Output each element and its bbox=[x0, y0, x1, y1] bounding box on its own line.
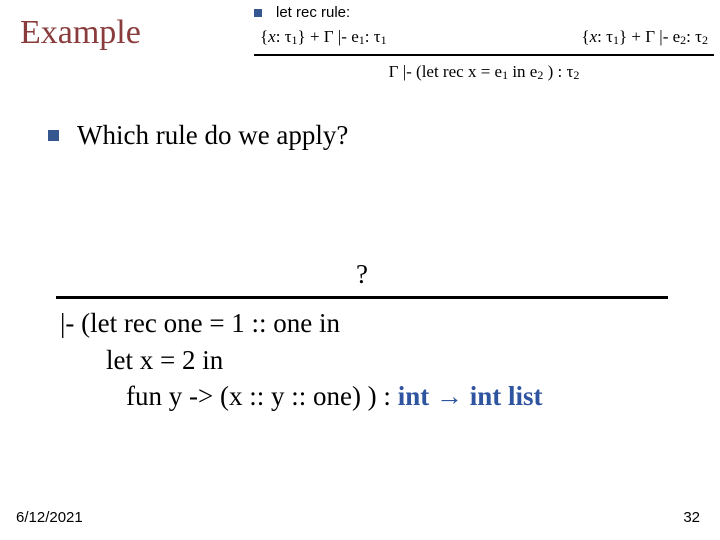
footer-date: 6/12/2021 bbox=[16, 509, 83, 526]
proof-horizontal-line bbox=[56, 296, 668, 299]
proof-area: ? |- (let rec one = 1 :: one in let x = … bbox=[56, 256, 668, 415]
rule-premise-1: {x: τ1} + Γ |- e1: τ1 bbox=[260, 27, 387, 48]
question-text: Which rule do we apply? bbox=[77, 120, 348, 151]
rule-horizontal-line bbox=[254, 54, 714, 56]
proof-line-2: let x = 2 in bbox=[56, 342, 668, 378]
inference-rule-box: let rec rule: {x: τ1} + Γ |- e1: τ1 {x: … bbox=[254, 4, 714, 83]
footer-page-number: 32 bbox=[683, 509, 700, 526]
type-int-left: int bbox=[398, 381, 430, 411]
rule-premises: {x: τ1} + Γ |- e1: τ1 {x: τ1} + Γ |- e2:… bbox=[254, 25, 714, 54]
square-bullet-icon bbox=[254, 9, 262, 17]
proof-question-mark: ? bbox=[56, 256, 668, 292]
proof-line-1: |- (let rec one = 1 :: one in bbox=[56, 305, 668, 341]
rule-label-text: let rec rule: bbox=[276, 4, 350, 21]
question-line: Which rule do we apply? bbox=[48, 120, 668, 151]
rule-conclusion: Γ |- (let rec x = e1 in e2 ) : τ2 bbox=[254, 60, 714, 83]
square-bullet-icon bbox=[48, 130, 59, 141]
proof-line-3-code: fun y -> (x :: y :: one) ) : bbox=[126, 381, 398, 411]
type-arrow: → bbox=[429, 381, 470, 411]
slide-title: Example bbox=[20, 14, 141, 52]
rule-premise-2: {x: τ1} + Γ |- e2: τ2 bbox=[581, 27, 708, 48]
type-int-list: int list bbox=[470, 381, 543, 411]
slide: Example let rec rule: {x: τ1} + Γ |- e1:… bbox=[0, 0, 720, 540]
rule-label-row: let rec rule: bbox=[254, 4, 714, 21]
proof-line-3: fun y -> (x :: y :: one) ) : int → int l… bbox=[56, 378, 668, 414]
